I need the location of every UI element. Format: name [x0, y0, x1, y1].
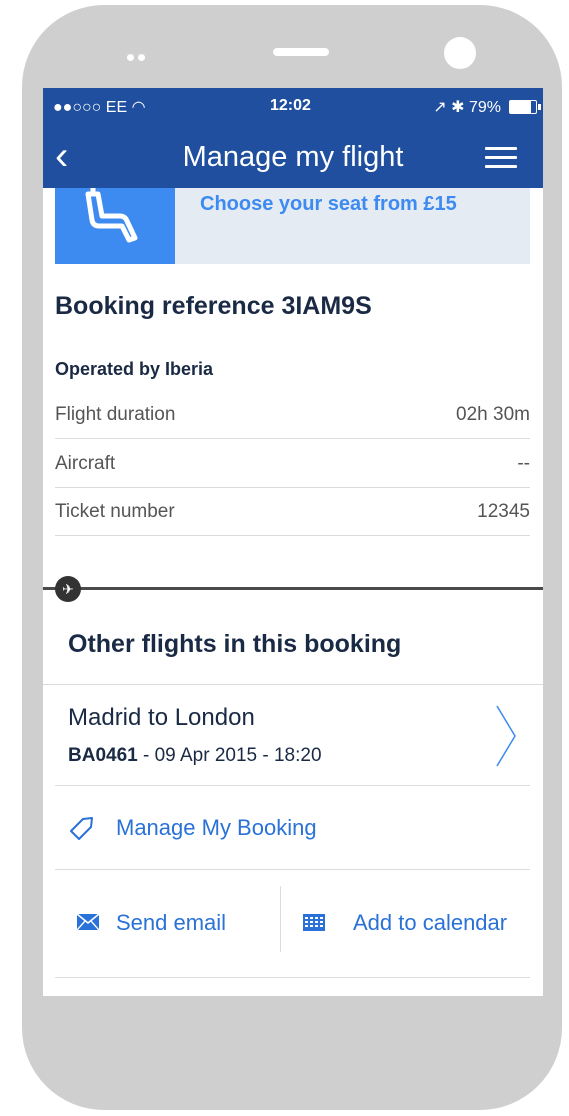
- status-bar: ●●○○○ EE ◠ 12:02 ↗ ✱ 79%: [43, 88, 543, 128]
- add-to-calendar-button[interactable]: Add to calendar: [281, 870, 530, 974]
- detail-row-aircraft: Aircraft --: [55, 439, 530, 488]
- flight-route: Madrid to London: [68, 704, 255, 731]
- page-title: Manage my flight: [182, 141, 404, 173]
- tag-icon: [70, 817, 93, 840]
- add-calendar-label: Add to calendar: [353, 910, 508, 935]
- operated-by: Operated by Iberia: [55, 359, 214, 379]
- booking-reference: Booking reference 3IAM9S: [55, 292, 372, 320]
- envelope-icon: [77, 914, 99, 930]
- detail-label: Flight duration: [55, 404, 176, 425]
- seat-icon-box: [55, 188, 175, 264]
- chevron-right-icon[interactable]: [494, 704, 518, 768]
- hamburger-icon[interactable]: [485, 147, 517, 169]
- send-email-label: Send email: [116, 910, 227, 935]
- manage-booking-label: Manage My Booking: [116, 815, 317, 840]
- divider: [55, 977, 530, 978]
- wifi-icon: ◠: [131, 99, 146, 116]
- detail-row-ticket: Ticket number 12345: [55, 487, 530, 536]
- action-row: Send email Add to calendar: [55, 870, 530, 974]
- detail-value: 12345: [477, 501, 530, 522]
- detail-value: 02h 30m: [456, 404, 530, 425]
- battery-percent: 79%: [468, 99, 501, 116]
- flight-list-item[interactable]: Madrid to London BA0461 - 09 Apr 2015 - …: [55, 686, 530, 784]
- divider: [43, 684, 543, 685]
- camera: [444, 37, 476, 69]
- detail-label: Aircraft: [55, 453, 116, 474]
- seat-icon: [85, 188, 138, 243]
- sensor-dots: [127, 48, 149, 66]
- flight-date-time: - 09 Apr 2015 - 18:20: [137, 745, 322, 766]
- flight-number: BA0461: [68, 745, 138, 766]
- calendar-icon: [303, 914, 325, 931]
- other-flights-title: Other flights in this booking: [68, 630, 402, 658]
- battery-icon: [509, 100, 541, 114]
- send-email-button[interactable]: Send email: [55, 870, 280, 974]
- detail-value: --: [517, 453, 530, 474]
- manage-my-booking-link[interactable]: Manage My Booking: [55, 786, 530, 868]
- seat-banner-text: Choose your seat from £15: [200, 193, 457, 215]
- flight-meta: BA0461 - 09 Apr 2015 - 18:20: [68, 745, 322, 767]
- status-time: 12:02: [270, 97, 311, 114]
- carrier-signal: ●●○○○ EE ◠: [53, 99, 146, 116]
- timeline-divider: [43, 587, 543, 590]
- detail-label: Ticket number: [55, 501, 175, 522]
- status-right: ↗ ✱ 79%: [433, 97, 501, 117]
- location-icon: ↗: [433, 99, 447, 116]
- bluetooth-icon: ✱: [451, 99, 465, 116]
- speaker: [273, 48, 329, 56]
- seat-selection-banner[interactable]: Choose your seat from £15: [55, 188, 530, 264]
- screen: ●●○○○ EE ◠ 12:02 ↗ ✱ 79% ‹ Manage my fli…: [43, 88, 543, 996]
- plane-icon: ✈: [55, 576, 81, 602]
- detail-row-duration: Flight duration 02h 30m: [55, 390, 530, 439]
- navigation-bar: ‹ Manage my flight: [43, 128, 543, 188]
